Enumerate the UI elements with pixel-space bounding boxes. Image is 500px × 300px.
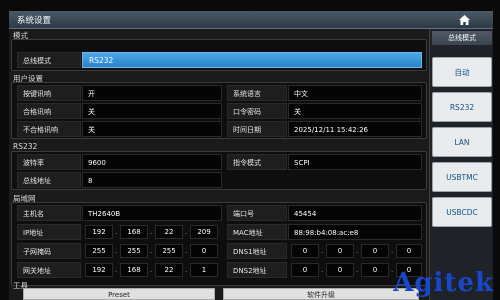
dns1-dot: . (356, 247, 359, 255)
mask-dot: . (185, 247, 188, 255)
fail-beep-label: 不合格讯响 (17, 121, 81, 137)
gw-dot: . (115, 266, 118, 274)
gateway-label: 网关地址 (17, 262, 81, 278)
key-beep-field[interactable]: 开 (82, 85, 222, 101)
dns1-dot: . (391, 247, 394, 255)
sidebar-item-usbtmc[interactable]: USBTMC (432, 162, 492, 192)
port-field[interactable]: 45454 (288, 205, 422, 221)
cmd-mode-field[interactable]: SCPI (288, 154, 422, 170)
sidebar-header: 总线模式 (432, 31, 492, 45)
bus-mode-sidebar: 总线模式 自动 RS232 LAN USBTMC USBCDC (429, 29, 493, 300)
dns1-label: DNS1地址 (227, 243, 287, 259)
password-field[interactable]: 关 (288, 103, 422, 119)
dns1-octet-4[interactable]: 0 (396, 244, 422, 258)
pass-beep-label: 合格讯响 (17, 103, 81, 119)
gw-dot: . (185, 266, 188, 274)
ip-octet-3[interactable]: 22 (155, 225, 183, 239)
mask-octet-1[interactable]: 255 (85, 244, 113, 258)
dns2-dot: . (356, 266, 359, 274)
dns1-dot: . (321, 247, 324, 255)
baud-field[interactable]: 9600 (82, 154, 222, 170)
software-upgrade-button[interactable]: 软件升级 (223, 288, 419, 300)
sidebar-item-usbcdc[interactable]: USBCDC (432, 197, 492, 227)
dns2-octet-2[interactable]: 0 (326, 263, 354, 277)
language-label: 系统语言 (227, 85, 287, 101)
mac-label: MAC地址 (227, 224, 287, 240)
screen: 系统设置 模式 总线模式 RS232 用户设置 按键讯响 开 系统语言 中文 合… (9, 11, 493, 300)
gw-octet-1[interactable]: 192 (85, 263, 113, 277)
bus-mode-label: 总线模式 (17, 52, 81, 68)
ip-dot: . (115, 228, 118, 236)
gw-octet-2[interactable]: 168 (120, 263, 148, 277)
cmd-mode-label: 指令模式 (227, 154, 287, 170)
bus-addr-label: 总线地址 (17, 172, 81, 188)
pass-beep-field[interactable]: 关 (82, 103, 222, 119)
hostname-field[interactable]: TH2640B (82, 205, 222, 221)
home-icon[interactable] (458, 14, 471, 26)
ip-octet-2[interactable]: 168 (120, 225, 148, 239)
mac-field: 88:98:b4:08:ac:e8 (288, 224, 422, 240)
mask-octet-4[interactable]: 0 (190, 244, 218, 258)
dns1-octet-2[interactable]: 0 (326, 244, 354, 258)
gw-dot: . (150, 266, 153, 274)
dns2-octet-3[interactable]: 0 (361, 263, 389, 277)
key-beep-label: 按键讯响 (17, 85, 81, 101)
dns2-octet-1[interactable]: 0 (291, 263, 319, 277)
fail-beep-field[interactable]: 关 (82, 121, 222, 137)
sidebar-item-rs232[interactable]: RS232 (432, 92, 492, 122)
bus-mode-field[interactable]: RS232 (82, 52, 422, 68)
port-label: 端口号 (227, 205, 287, 221)
gw-octet-4[interactable]: 1 (190, 263, 218, 277)
mask-octet-2[interactable]: 255 (120, 244, 148, 258)
language-field[interactable]: 中文 (288, 85, 422, 101)
gw-octet-3[interactable]: 22 (155, 263, 183, 277)
watermark-logo: Agitek (393, 268, 494, 298)
dns2-label: DNS2地址 (227, 262, 287, 278)
settings-main: 模式 总线模式 RS232 用户设置 按键讯响 开 系统语言 中文 合格讯响 关… (9, 29, 429, 300)
sidebar-item-auto[interactable]: 自动 (432, 57, 492, 87)
window-title: 系统设置 (17, 16, 52, 26)
mask-octet-3[interactable]: 255 (155, 244, 183, 258)
ip-label: IP地址 (17, 224, 81, 240)
datetime-label: 时间日期 (227, 121, 287, 137)
mask-dot: . (115, 247, 118, 255)
section-rs232-title: RS232 (13, 142, 38, 151)
title-bar: 系统设置 (9, 11, 493, 29)
ip-dot: . (185, 228, 188, 236)
password-label: 口令密码 (227, 103, 287, 119)
subnet-mask-label: 子网掩码 (17, 243, 81, 259)
baud-label: 波特率 (17, 154, 81, 170)
ip-octet-4[interactable]: 209 (190, 225, 218, 239)
dns1-octet-3[interactable]: 0 (361, 244, 389, 258)
hostname-label: 主机名 (17, 205, 81, 221)
preset-button[interactable]: Preset (23, 288, 215, 300)
ip-dot: . (150, 228, 153, 236)
sidebar-item-lan[interactable]: LAN (432, 127, 492, 157)
datetime-field[interactable]: 2025/12/11 15:42:26 (288, 121, 422, 137)
ip-octet-1[interactable]: 192 (85, 225, 113, 239)
mask-dot: . (150, 247, 153, 255)
bus-addr-field[interactable]: 8 (82, 172, 222, 188)
dns1-octet-1[interactable]: 0 (291, 244, 319, 258)
dns2-dot: . (321, 266, 324, 274)
